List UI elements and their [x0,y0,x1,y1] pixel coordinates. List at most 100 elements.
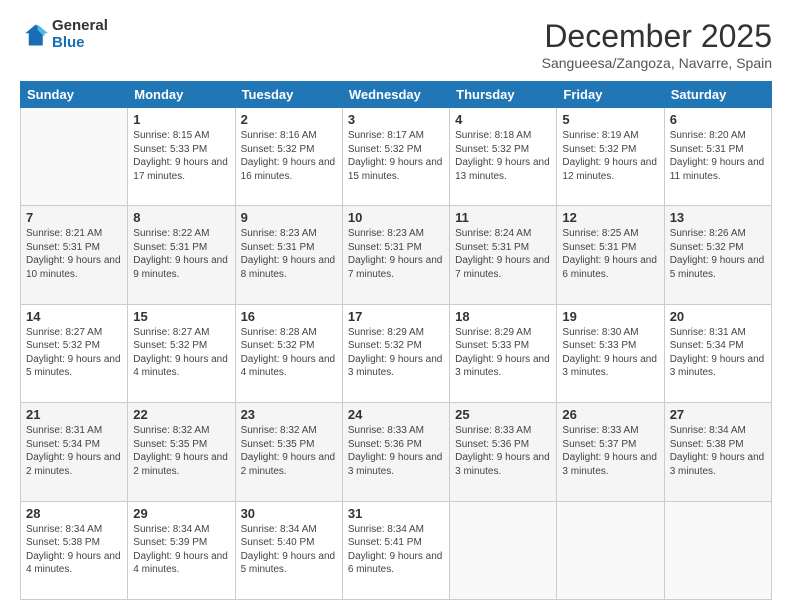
calendar-cell: 17 Sunrise: 8:29 AMSunset: 5:32 PMDayligh… [342,304,449,402]
month-title: December 2025 [542,18,772,55]
day-number: 17 [348,309,444,324]
day-number: 31 [348,506,444,521]
day-number: 27 [670,407,766,422]
calendar-table: SundayMondayTuesdayWednesdayThursdayFrid… [20,81,772,600]
weekday-header: Saturday [664,82,771,108]
calendar-cell: 28 Sunrise: 8:34 AMSunset: 5:38 PMDayligh… [21,501,128,599]
cell-info: Sunrise: 8:29 AMSunset: 5:32 PMDaylight:… [348,326,444,380]
day-number: 24 [348,407,444,422]
cell-info: Sunrise: 8:24 AMSunset: 5:31 PMDaylight:… [455,227,551,281]
calendar-cell [21,108,128,206]
calendar-cell: 3 Sunrise: 8:17 AMSunset: 5:32 PMDaylight… [342,108,449,206]
calendar-cell: 30Sunrise: 8:34 AMSunset: 5:40 PMDayligh… [235,501,342,599]
logo-icon [20,21,48,49]
day-number: 3 [348,112,444,127]
cell-info: Sunrise: 8:23 AMSunset: 5:31 PMDaylight:… [348,227,444,281]
calendar-cell: 13 Sunrise: 8:26 AMSunset: 5:32 PMDayligh… [664,206,771,304]
day-number: 4 [455,112,551,127]
calendar-cell: 29Sunrise: 8:34 AMSunset: 5:39 PMDayligh… [128,501,235,599]
calendar-cell: 24 Sunrise: 8:33 AMSunset: 5:36 PMDayligh… [342,403,449,501]
day-number: 21 [26,407,122,422]
cell-info: Sunrise: 8:27 AMSunset: 5:32 PMDaylight:… [26,326,122,380]
day-number: 25 [455,407,551,422]
page: General Blue December 2025 Sangueesa/Zan… [0,0,792,612]
cell-info: Sunrise: 8:33 AMSunset: 5:36 PMDaylight:… [348,424,444,478]
cell-info: Sunrise: 8:34 AMSunset: 5:38 PMDaylight:… [26,523,122,577]
cell-info: Sunrise: 8:23 AMSunset: 5:31 PMDaylight:… [241,227,337,281]
title-block: December 2025 Sangueesa/Zangoza, Navarre… [542,18,772,71]
calendar-week-row: 28 Sunrise: 8:34 AMSunset: 5:38 PMDayligh… [21,501,772,599]
calendar-cell: 26Sunrise: 8:33 AMSunset: 5:37 PMDayligh… [557,403,664,501]
cell-info: Sunrise: 8:26 AMSunset: 5:32 PMDaylight:… [670,227,766,281]
cell-info: Sunrise: 8:34 AMSunset: 5:39 PMDaylight:… [133,523,229,577]
day-number: 18 [455,309,551,324]
logo-text: General Blue [52,18,108,51]
calendar-cell: 22 Sunrise: 8:32 AMSunset: 5:35 PMDayligh… [128,403,235,501]
calendar-cell: 27 Sunrise: 8:34 AMSunset: 5:38 PMDayligh… [664,403,771,501]
day-number: 2 [241,112,337,127]
day-number: 22 [133,407,229,422]
day-number: 6 [670,112,766,127]
calendar-week-row: 21 Sunrise: 8:31 AMSunset: 5:34 PMDayligh… [21,403,772,501]
calendar-cell: 23Sunrise: 8:32 AMSunset: 5:35 PMDayligh… [235,403,342,501]
cell-info: Sunrise: 8:31 AMSunset: 5:34 PMDaylight:… [26,424,122,478]
calendar-cell: 2Sunrise: 8:16 AMSunset: 5:32 PMDaylight… [235,108,342,206]
calendar-week-row: 1 Sunrise: 8:15 AMSunset: 5:33 PMDaylight… [21,108,772,206]
day-number: 9 [241,210,337,225]
cell-info: Sunrise: 8:33 AMSunset: 5:37 PMDaylight:… [562,424,658,478]
cell-info: Sunrise: 8:20 AMSunset: 5:31 PMDaylight:… [670,129,766,183]
calendar-cell: 1 Sunrise: 8:15 AMSunset: 5:33 PMDaylight… [128,108,235,206]
day-number: 28 [26,506,122,521]
cell-info: Sunrise: 8:34 AMSunset: 5:40 PMDaylight:… [241,523,337,577]
cell-info: Sunrise: 8:32 AMSunset: 5:35 PMDaylight:… [133,424,229,478]
weekday-header: Monday [128,82,235,108]
calendar-cell: 18Sunrise: 8:29 AMSunset: 5:33 PMDayligh… [450,304,557,402]
location-subtitle: Sangueesa/Zangoza, Navarre, Spain [542,55,772,71]
day-number: 13 [670,210,766,225]
cell-info: Sunrise: 8:31 AMSunset: 5:34 PMDaylight:… [670,326,766,380]
cell-info: Sunrise: 8:34 AMSunset: 5:38 PMDaylight:… [670,424,766,478]
day-number: 20 [670,309,766,324]
calendar-week-row: 14 Sunrise: 8:27 AMSunset: 5:32 PMDayligh… [21,304,772,402]
calendar-cell: 15Sunrise: 8:27 AMSunset: 5:32 PMDayligh… [128,304,235,402]
cell-info: Sunrise: 8:25 AMSunset: 5:31 PMDaylight:… [562,227,658,281]
day-number: 14 [26,309,122,324]
cell-info: Sunrise: 8:30 AMSunset: 5:33 PMDaylight:… [562,326,658,380]
cell-info: Sunrise: 8:19 AMSunset: 5:32 PMDaylight:… [562,129,658,183]
calendar-cell: 31 Sunrise: 8:34 AMSunset: 5:41 PMDayligh… [342,501,449,599]
calendar-cell: 5 Sunrise: 8:19 AMSunset: 5:32 PMDaylight… [557,108,664,206]
cell-info: Sunrise: 8:15 AMSunset: 5:33 PMDaylight:… [133,129,229,183]
cell-info: Sunrise: 8:17 AMSunset: 5:32 PMDaylight:… [348,129,444,183]
calendar-cell: 6 Sunrise: 8:20 AMSunset: 5:31 PMDaylight… [664,108,771,206]
day-number: 19 [562,309,658,324]
calendar-cell: 14 Sunrise: 8:27 AMSunset: 5:32 PMDayligh… [21,304,128,402]
day-number: 12 [562,210,658,225]
logo-general: General [52,18,108,35]
calendar-cell: 7 Sunrise: 8:21 AMSunset: 5:31 PMDaylight… [21,206,128,304]
day-number: 23 [241,407,337,422]
cell-info: Sunrise: 8:28 AMSunset: 5:32 PMDaylight:… [241,326,337,380]
calendar-week-row: 7 Sunrise: 8:21 AMSunset: 5:31 PMDaylight… [21,206,772,304]
day-number: 10 [348,210,444,225]
day-number: 7 [26,210,122,225]
calendar-cell: 8 Sunrise: 8:22 AMSunset: 5:31 PMDaylight… [128,206,235,304]
calendar-cell: 9 Sunrise: 8:23 AMSunset: 5:31 PMDaylight… [235,206,342,304]
day-number: 8 [133,210,229,225]
cell-info: Sunrise: 8:22 AMSunset: 5:31 PMDaylight:… [133,227,229,281]
day-number: 16 [241,309,337,324]
logo-blue: Blue [52,35,108,52]
cell-info: Sunrise: 8:18 AMSunset: 5:32 PMDaylight:… [455,129,551,183]
calendar-cell: 10 Sunrise: 8:23 AMSunset: 5:31 PMDayligh… [342,206,449,304]
weekday-header: Wednesday [342,82,449,108]
day-number: 15 [133,309,229,324]
day-number: 5 [562,112,658,127]
day-number: 11 [455,210,551,225]
day-number: 1 [133,112,229,127]
weekday-header: Thursday [450,82,557,108]
cell-info: Sunrise: 8:21 AMSunset: 5:31 PMDaylight:… [26,227,122,281]
calendar-cell: 25Sunrise: 8:33 AMSunset: 5:36 PMDayligh… [450,403,557,501]
cell-info: Sunrise: 8:34 AMSunset: 5:41 PMDaylight:… [348,523,444,577]
weekday-header: Sunday [21,82,128,108]
calendar-cell: 20 Sunrise: 8:31 AMSunset: 5:34 PMDayligh… [664,304,771,402]
calendar-cell: 19 Sunrise: 8:30 AMSunset: 5:33 PMDayligh… [557,304,664,402]
